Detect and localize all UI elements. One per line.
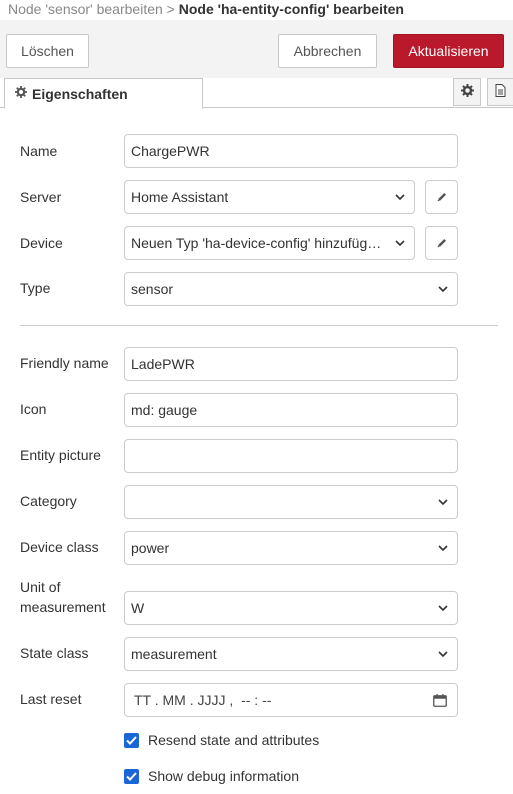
tab-properties[interactable]: Eigenschaften (4, 78, 203, 109)
breadcrumb-parent[interactable]: Node 'sensor' bearbeiten (8, 1, 163, 17)
server-select-value: Home Assistant (131, 189, 229, 205)
breadcrumb-current: Node 'ha-entity-config' bearbeiten (178, 1, 404, 17)
document-icon (495, 84, 506, 100)
breadcrumb: Node 'sensor' bearbeiten > Node 'ha-enti… (0, 0, 513, 20)
device-label: Device (20, 235, 63, 251)
edit-device-button[interactable] (425, 226, 458, 260)
chevron-down-icon (395, 194, 405, 201)
category-select[interactable] (124, 485, 458, 519)
icon-label: Icon (20, 401, 47, 417)
chevron-down-icon (438, 605, 448, 612)
state-class-select-value: measurement (131, 646, 217, 662)
device-class-select-value: power (131, 540, 170, 556)
last-reset-datetime-input[interactable]: TT . MM . JJJJ , -- : -- (124, 683, 458, 717)
pencil-icon (437, 239, 446, 248)
chevron-down-icon (438, 499, 448, 506)
resend-state-checkbox[interactable] (124, 733, 139, 748)
friendly-name-label: Friendly name (20, 355, 109, 371)
cancel-button[interactable]: Abbrechen (278, 34, 377, 68)
last-reset-placeholder: TT . MM . JJJJ , -- : -- (134, 692, 272, 708)
show-debug-label[interactable]: Show debug information (148, 767, 299, 785)
category-label: Category (20, 493, 77, 509)
settings-tab-button[interactable] (453, 78, 481, 106)
type-select[interactable]: sensor (124, 272, 458, 306)
delete-button[interactable]: Löschen (6, 34, 89, 68)
entity-picture-label: Entity picture (20, 447, 101, 463)
update-button[interactable]: Aktualisieren (393, 34, 504, 68)
resend-state-label[interactable]: Resend state and attributes (148, 731, 319, 749)
tab-properties-label: Eigenschaften (32, 85, 128, 102)
device-select-value: Neuen Typ 'ha-device-config' hinzufügen … (131, 235, 388, 251)
gear-icon (15, 86, 27, 101)
chevron-down-icon (438, 651, 448, 658)
server-label: Server (20, 189, 62, 205)
server-select[interactable]: Home Assistant (124, 180, 415, 214)
description-tab-button[interactable] (487, 78, 513, 106)
name-label: Name (20, 143, 58, 159)
type-select-value: sensor (131, 281, 174, 297)
entity-picture-input[interactable] (124, 439, 458, 473)
icon-input[interactable]: md: gauge (124, 393, 458, 427)
section-divider (20, 325, 498, 326)
show-debug-checkbox[interactable] (124, 769, 139, 784)
chevron-down-icon (438, 286, 448, 293)
editor-toolbar: Löschen Abbrechen Aktualisieren (0, 20, 513, 80)
tab-bar: Eigenschaften (0, 78, 513, 109)
checkmark-icon (126, 772, 137, 781)
unit-select-value: W (131, 600, 145, 616)
unit-of-measurement-select[interactable]: W (124, 591, 458, 625)
calendar-icon[interactable] (433, 694, 447, 707)
friendly-name-input[interactable]: LadePWR (124, 347, 458, 381)
type-label: Type (20, 280, 51, 296)
device-class-label: Device class (20, 539, 99, 555)
state-class-label: State class (20, 645, 89, 661)
pencil-icon (437, 193, 446, 202)
checkmark-icon (126, 736, 137, 745)
chevron-down-icon (395, 240, 405, 247)
chevron-down-icon (438, 545, 448, 552)
state-class-select[interactable]: measurement (124, 637, 458, 671)
unit-label-line1: Unit of (20, 579, 61, 595)
name-input[interactable]: ChargePWR (124, 134, 458, 168)
last-reset-label: Last reset (20, 691, 82, 707)
device-class-select[interactable]: power (124, 531, 458, 565)
properties-form: Name ChargePWR Server Home Assistant Dev… (0, 108, 513, 794)
breadcrumb-separator: > (166, 1, 175, 17)
edit-server-button[interactable] (425, 180, 458, 214)
unit-label-line2: measurement (20, 599, 106, 615)
gear-icon (460, 84, 474, 100)
device-select[interactable]: Neuen Typ 'ha-device-config' hinzufügen … (124, 226, 415, 260)
unit-of-measurement-label: Unit of measurement (20, 577, 120, 617)
